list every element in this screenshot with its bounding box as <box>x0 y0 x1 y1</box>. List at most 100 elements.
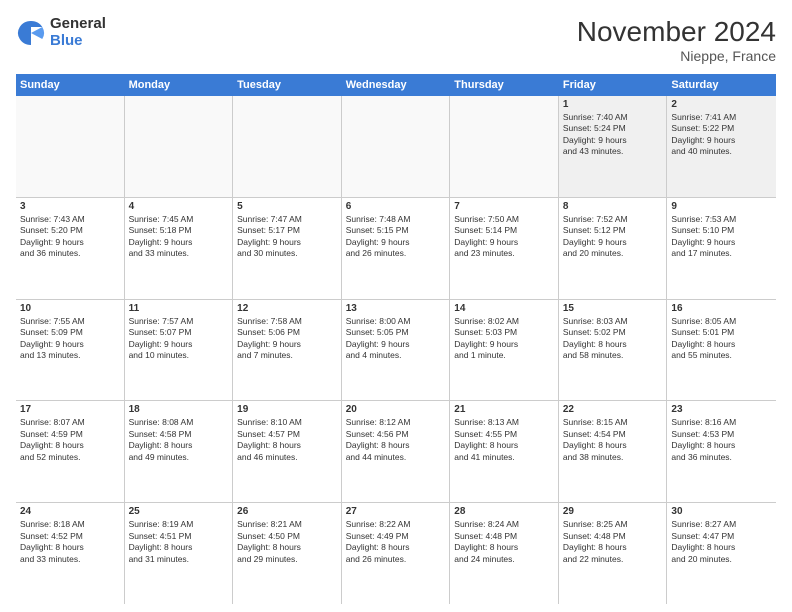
day-info: Sunrise: 7:57 AMSunset: 5:07 PMDaylight:… <box>129 316 229 362</box>
calendar-cell: 9 Sunrise: 7:53 AMSunset: 5:10 PMDaylight… <box>667 198 776 299</box>
day-number: 20 <box>346 404 446 415</box>
day-number: 28 <box>454 506 554 517</box>
page: General Blue November 2024 Nieppe, Franc… <box>0 0 792 612</box>
calendar-cell: 2 Sunrise: 7:41 AMSunset: 5:22 PMDaylight… <box>667 96 776 197</box>
day-info: Sunrise: 7:48 AMSunset: 5:15 PMDaylight:… <box>346 214 446 260</box>
calendar-cell: 10Sunrise: 7:55 AMSunset: 5:09 PMDayligh… <box>16 300 125 401</box>
calendar-cell: 11Sunrise: 7:57 AMSunset: 5:07 PMDayligh… <box>125 300 234 401</box>
calendar-cell: 28 Sunrise: 8:24 AMSunset: 4:48 PMDayligh… <box>450 503 559 604</box>
calendar-cell: 21 Sunrise: 8:13 AMSunset: 4:55 PMDayligh… <box>450 401 559 502</box>
logo-general: General <box>50 16 106 33</box>
day-info: Sunrise: 7:41 AMSunset: 5:22 PMDaylight:… <box>671 112 772 158</box>
header-day-wednesday: Wednesday <box>342 74 451 96</box>
calendar-row-4: 17Sunrise: 8:07 AMSunset: 4:59 PMDayligh… <box>16 401 776 503</box>
calendar-cell: 4 Sunrise: 7:45 AMSunset: 5:18 PMDaylight… <box>125 198 234 299</box>
calendar-cell: 25 Sunrise: 8:19 AMSunset: 4:51 PMDayligh… <box>125 503 234 604</box>
day-info: Sunrise: 7:52 AMSunset: 5:12 PMDaylight:… <box>563 214 663 260</box>
day-number: 4 <box>129 201 229 212</box>
day-info: Sunrise: 7:50 AMSunset: 5:14 PMDaylight:… <box>454 214 554 260</box>
calendar-cell: 13 Sunrise: 8:00 AMSunset: 5:05 PMDayligh… <box>342 300 451 401</box>
calendar-cell: 5 Sunrise: 7:47 AMSunset: 5:17 PMDaylight… <box>233 198 342 299</box>
day-number: 1 <box>563 99 663 110</box>
day-number: 15 <box>563 303 663 314</box>
day-number: 30 <box>671 506 772 517</box>
day-info: Sunrise: 7:43 AMSunset: 5:20 PMDaylight:… <box>20 214 120 260</box>
day-info: Sunrise: 8:16 AMSunset: 4:53 PMDaylight:… <box>671 417 772 463</box>
calendar-cell: 7Sunrise: 7:50 AMSunset: 5:14 PMDaylight… <box>450 198 559 299</box>
day-info: Sunrise: 8:21 AMSunset: 4:50 PMDaylight:… <box>237 519 337 565</box>
logo-blue: Blue <box>50 33 106 50</box>
day-info: Sunrise: 8:05 AMSunset: 5:01 PMDaylight:… <box>671 316 772 362</box>
day-info: Sunrise: 8:19 AMSunset: 4:51 PMDaylight:… <box>129 519 229 565</box>
day-number: 2 <box>671 99 772 110</box>
day-info: Sunrise: 8:00 AMSunset: 5:05 PMDaylight:… <box>346 316 446 362</box>
calendar-header: SundayMondayTuesdayWednesdayThursdayFrid… <box>16 74 776 96</box>
calendar-cell: 1Sunrise: 7:40 AMSunset: 5:24 PMDaylight… <box>559 96 668 197</box>
day-number: 21 <box>454 404 554 415</box>
day-number: 25 <box>129 506 229 517</box>
day-info: Sunrise: 8:13 AMSunset: 4:55 PMDaylight:… <box>454 417 554 463</box>
day-info: Sunrise: 8:18 AMSunset: 4:52 PMDaylight:… <box>20 519 120 565</box>
day-number: 12 <box>237 303 337 314</box>
day-number: 29 <box>563 506 663 517</box>
day-number: 18 <box>129 404 229 415</box>
logo-text: General Blue <box>50 16 106 49</box>
day-info: Sunrise: 8:24 AMSunset: 4:48 PMDaylight:… <box>454 519 554 565</box>
day-info: Sunrise: 7:58 AMSunset: 5:06 PMDaylight:… <box>237 316 337 362</box>
day-info: Sunrise: 7:53 AMSunset: 5:10 PMDaylight:… <box>671 214 772 260</box>
day-number: 5 <box>237 201 337 212</box>
day-number: 27 <box>346 506 446 517</box>
day-number: 23 <box>671 404 772 415</box>
calendar-cell: 27Sunrise: 8:22 AMSunset: 4:49 PMDayligh… <box>342 503 451 604</box>
calendar-row-5: 24 Sunrise: 8:18 AMSunset: 4:52 PMDayligh… <box>16 503 776 604</box>
day-number: 13 <box>346 303 446 314</box>
header-day-thursday: Thursday <box>450 74 559 96</box>
day-number: 16 <box>671 303 772 314</box>
day-info: Sunrise: 7:55 AMSunset: 5:09 PMDaylight:… <box>20 316 120 362</box>
day-number: 9 <box>671 201 772 212</box>
calendar-cell: 30 Sunrise: 8:27 AMSunset: 4:47 PMDayligh… <box>667 503 776 604</box>
calendar-cell: 16 Sunrise: 8:05 AMSunset: 5:01 PMDayligh… <box>667 300 776 401</box>
calendar-cell: 8Sunrise: 7:52 AMSunset: 5:12 PMDaylight… <box>559 198 668 299</box>
header-day-saturday: Saturday <box>667 74 776 96</box>
header-day-tuesday: Tuesday <box>233 74 342 96</box>
calendar-cell <box>233 96 342 197</box>
header: General Blue November 2024 Nieppe, Franc… <box>16 16 776 64</box>
day-info: Sunrise: 7:47 AMSunset: 5:17 PMDaylight:… <box>237 214 337 260</box>
day-info: Sunrise: 8:10 AMSunset: 4:57 PMDaylight:… <box>237 417 337 463</box>
calendar-cell: 26 Sunrise: 8:21 AMSunset: 4:50 PMDayligh… <box>233 503 342 604</box>
header-day-monday: Monday <box>125 74 234 96</box>
calendar-cell: 22Sunrise: 8:15 AMSunset: 4:54 PMDayligh… <box>559 401 668 502</box>
title-block: November 2024 Nieppe, France <box>577 16 776 64</box>
calendar-cell: 29 Sunrise: 8:25 AMSunset: 4:48 PMDayligh… <box>559 503 668 604</box>
calendar-cell: 15 Sunrise: 8:03 AMSunset: 5:02 PMDayligh… <box>559 300 668 401</box>
day-number: 14 <box>454 303 554 314</box>
calendar-cell: 12 Sunrise: 7:58 AMSunset: 5:06 PMDayligh… <box>233 300 342 401</box>
logo: General Blue <box>16 16 106 49</box>
calendar-cell: 19 Sunrise: 8:10 AMSunset: 4:57 PMDayligh… <box>233 401 342 502</box>
day-info: Sunrise: 8:27 AMSunset: 4:47 PMDaylight:… <box>671 519 772 565</box>
calendar-cell <box>125 96 234 197</box>
header-day-sunday: Sunday <box>16 74 125 96</box>
day-info: Sunrise: 8:03 AMSunset: 5:02 PMDaylight:… <box>563 316 663 362</box>
main-title: November 2024 <box>577 16 776 48</box>
day-info: Sunrise: 8:02 AMSunset: 5:03 PMDaylight:… <box>454 316 554 362</box>
day-info: Sunrise: 7:45 AMSunset: 5:18 PMDaylight:… <box>129 214 229 260</box>
calendar-cell: 18Sunrise: 8:08 AMSunset: 4:58 PMDayligh… <box>125 401 234 502</box>
calendar-cell: 20 Sunrise: 8:12 AMSunset: 4:56 PMDayligh… <box>342 401 451 502</box>
subtitle: Nieppe, France <box>577 48 776 64</box>
day-number: 3 <box>20 201 120 212</box>
day-number: 24 <box>20 506 120 517</box>
calendar-cell: 3 Sunrise: 7:43 AMSunset: 5:20 PMDaylight… <box>16 198 125 299</box>
calendar-cell <box>16 96 125 197</box>
calendar-cell <box>342 96 451 197</box>
calendar-row-2: 3 Sunrise: 7:43 AMSunset: 5:20 PMDaylight… <box>16 198 776 300</box>
day-number: 19 <box>237 404 337 415</box>
day-number: 22 <box>563 404 663 415</box>
day-info: Sunrise: 8:25 AMSunset: 4:48 PMDaylight:… <box>563 519 663 565</box>
calendar: SundayMondayTuesdayWednesdayThursdayFrid… <box>16 74 776 604</box>
calendar-cell <box>450 96 559 197</box>
day-number: 26 <box>237 506 337 517</box>
calendar-cell: 6Sunrise: 7:48 AMSunset: 5:15 PMDaylight… <box>342 198 451 299</box>
day-info: Sunrise: 8:12 AMSunset: 4:56 PMDaylight:… <box>346 417 446 463</box>
